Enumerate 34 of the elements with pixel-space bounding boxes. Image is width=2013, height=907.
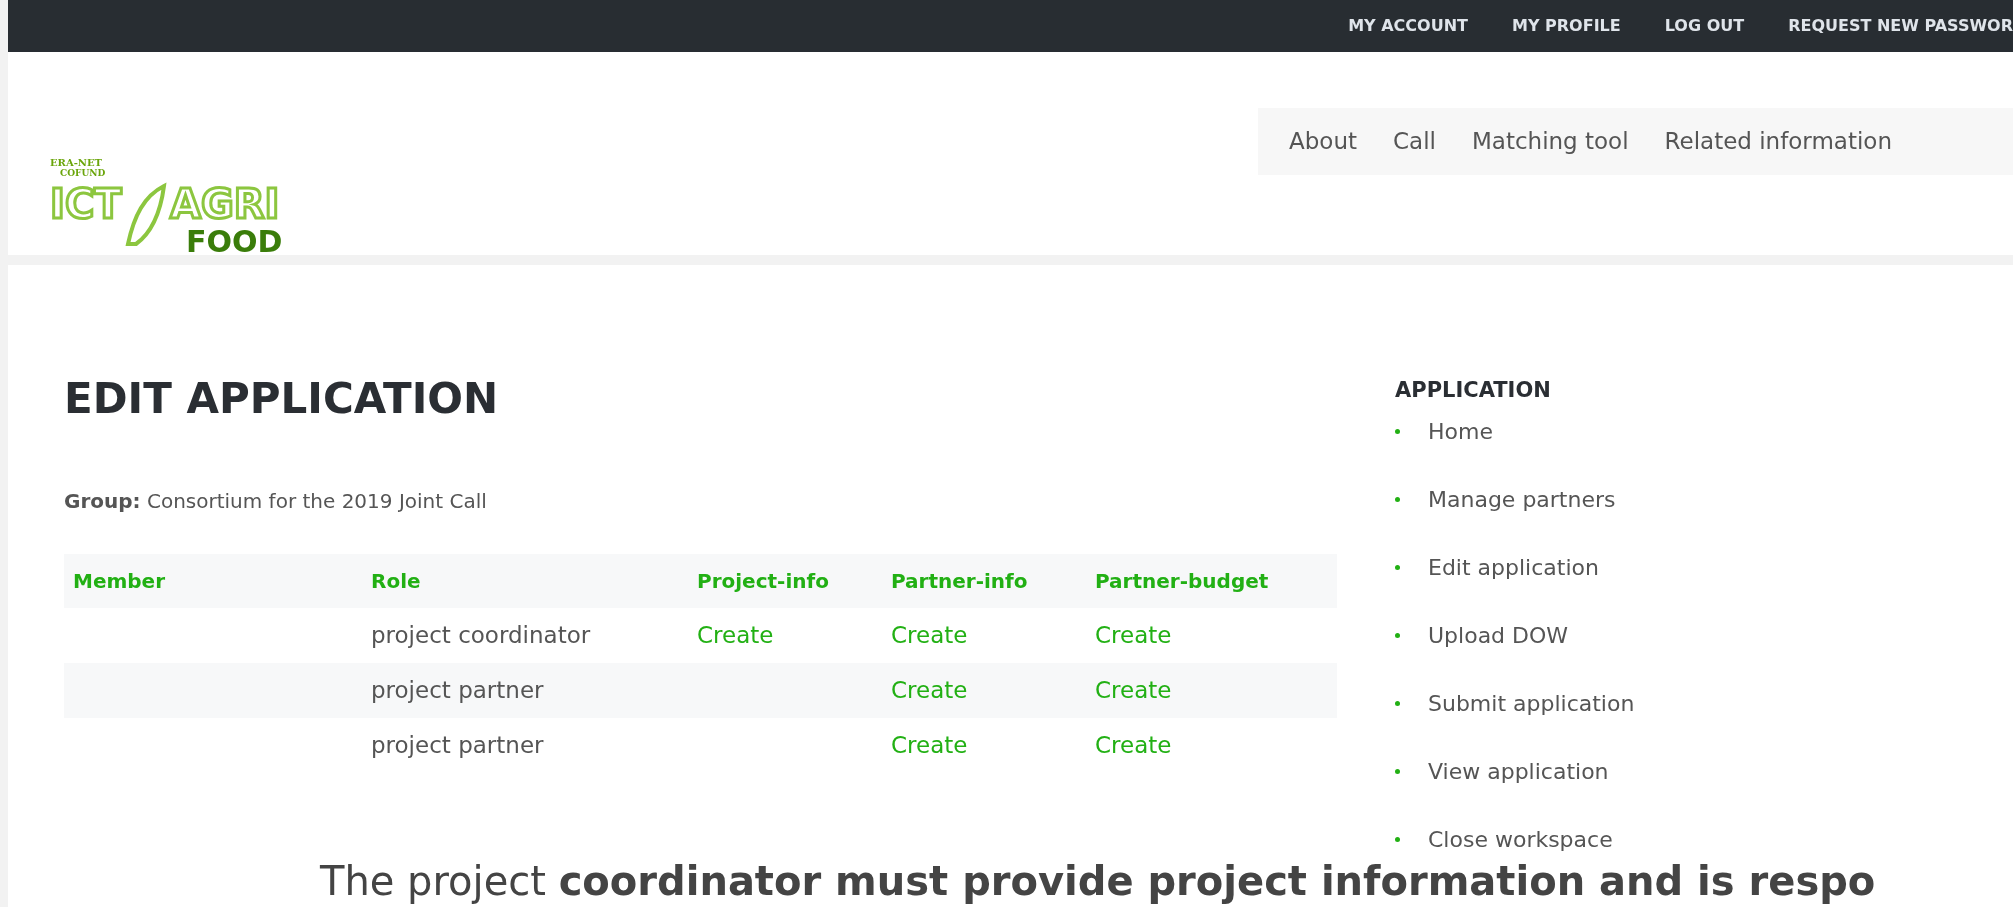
sidebar-link[interactable]: View application [1428, 755, 1609, 788]
top-bar-link[interactable]: REQUEST NEW PASSWOR [1788, 14, 2013, 38]
column-header: Partner-info [890, 567, 1029, 595]
sidebar-link[interactable]: Submit application [1428, 687, 1635, 720]
bullet-icon [1395, 633, 1400, 638]
top-bar-link[interactable]: MY ACCOUNT [1348, 14, 1468, 38]
page-title: EDIT APPLICATION [64, 373, 500, 425]
bullet-icon [1395, 701, 1400, 706]
sidebar-link[interactable]: Manage partners [1428, 483, 1616, 516]
sidebar-link[interactable]: Edit application [1428, 551, 1599, 584]
column-header: Partner-budget [1094, 567, 1270, 595]
bullet-icon [1395, 837, 1400, 842]
nav-link[interactable]: Matching tool [1467, 124, 1633, 159]
bullet-icon [1395, 497, 1400, 502]
sidebar-link[interactable]: Home [1428, 415, 1493, 448]
top-bar-link[interactable]: LOG OUT [1664, 14, 1745, 38]
sidebar-title: APPLICATION [1395, 377, 1552, 404]
column-header: Project-info [696, 567, 830, 595]
table-cell-text: project coordinator [370, 620, 591, 650]
group-info: Group: Consortium for the 2019 Joint Call [64, 487, 488, 515]
column-header: Role [370, 567, 422, 595]
bullet-icon [1395, 769, 1400, 774]
table-cell-text: project partner [370, 730, 544, 760]
logo-drawing: ERA-NET COFUND ICT AGRI FOOD [46, 156, 308, 258]
bullet-icon [1395, 565, 1400, 570]
nav-link[interactable]: Call [1389, 124, 1440, 159]
table-cell-text: project partner [370, 675, 544, 705]
nav-link[interactable]: About [1285, 124, 1361, 159]
nav-link[interactable]: Related information [1660, 124, 1896, 159]
sidebar-link[interactable]: Close workspace [1428, 823, 1613, 856]
column-header: Member [72, 567, 167, 595]
sidebar-link[interactable]: Upload DOW [1428, 619, 1569, 652]
bullet-icon [1395, 429, 1400, 434]
top-bar-link[interactable]: MY PROFILE [1511, 14, 1621, 38]
